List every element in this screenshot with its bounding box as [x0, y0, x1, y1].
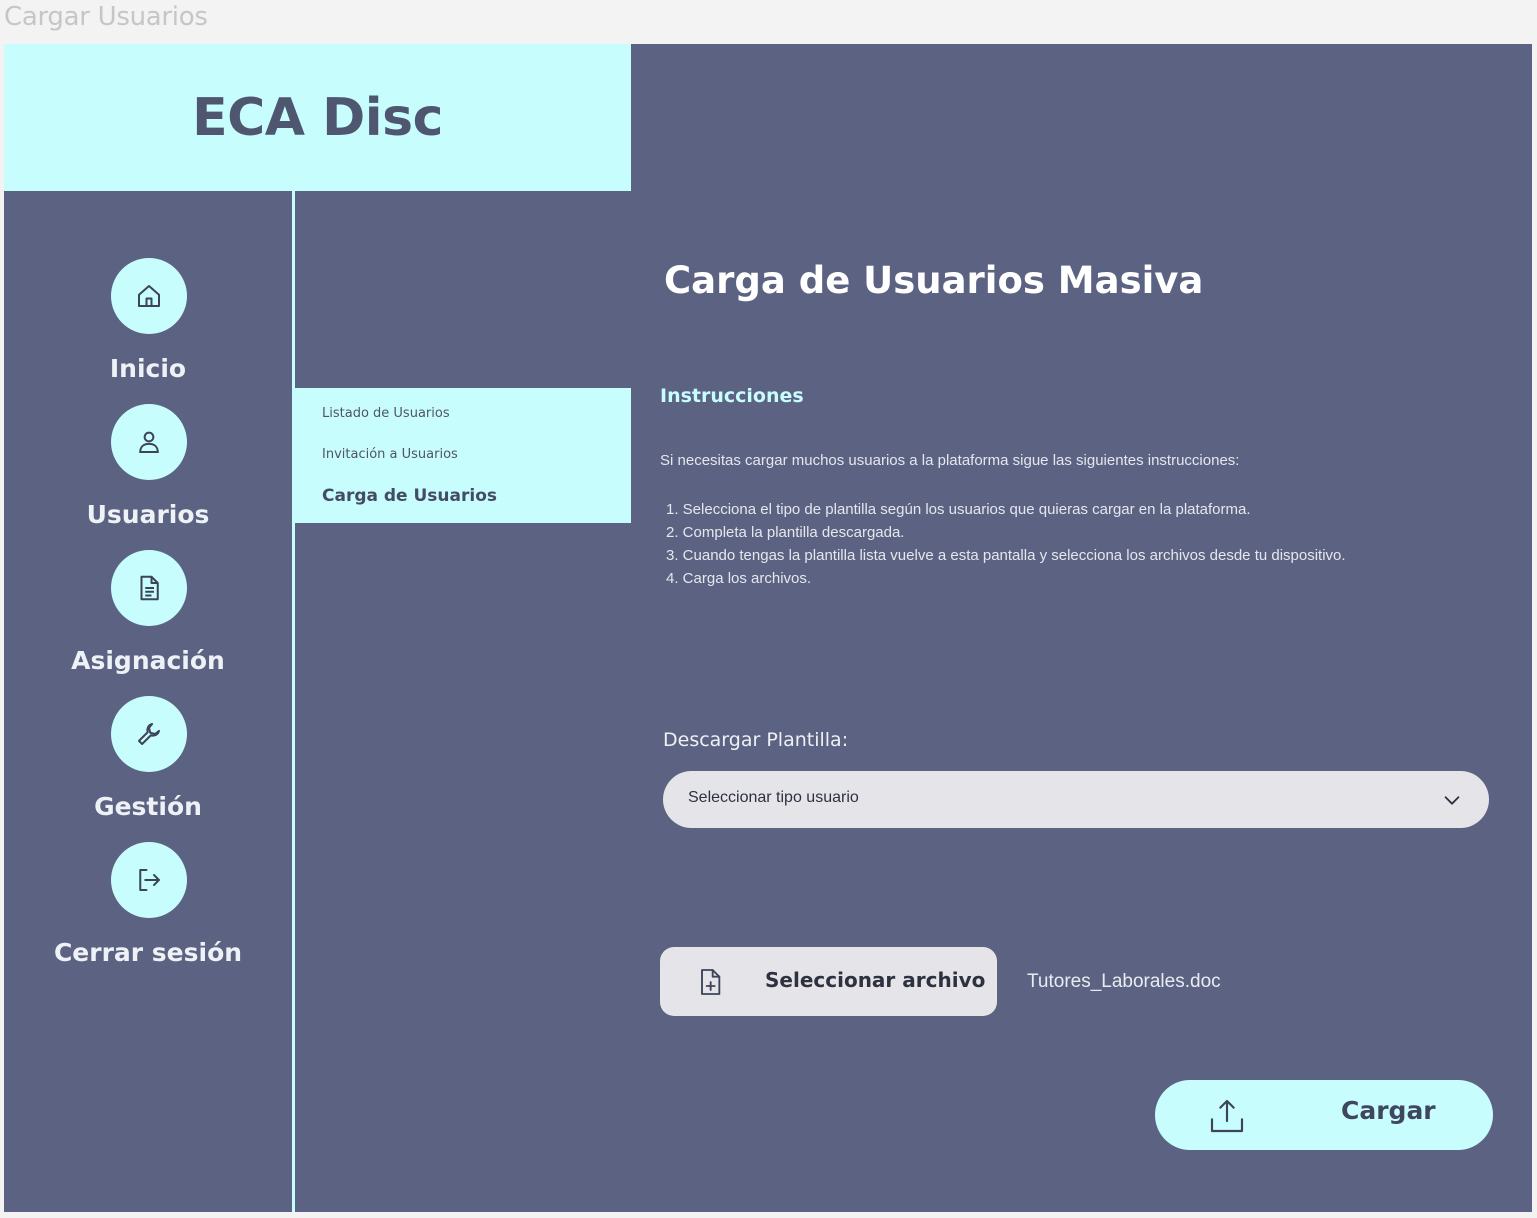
user-icon: [139, 431, 159, 453]
instruction-step: 4. Carga los archivos.: [666, 570, 812, 587]
select-value: Seleccionar tipo usuario: [688, 789, 859, 806]
selected-file-name: Tutores_Laborales.doc: [1027, 971, 1221, 992]
nav-item-asignacion[interactable]: Asignación: [4, 550, 292, 680]
instructions-heading: Instrucciones: [660, 385, 804, 407]
file-add-icon: [701, 969, 721, 995]
upload-label: Cargar: [1341, 1096, 1436, 1125]
download-template-label: Descargar Plantilla:: [663, 729, 849, 751]
select-file-label: Seleccionar archivo: [765, 968, 986, 992]
home-icon: [138, 285, 160, 307]
window-title: Cargar Usuarios: [4, 2, 208, 32]
nav-item-label: Usuarios: [86, 500, 210, 529]
document-icon: [140, 575, 159, 601]
submenu-item-carga[interactable]: Carga de Usuarios: [322, 486, 497, 506]
instructions-list: 1. Selecciona el tipo de plantilla según…: [666, 498, 1346, 590]
brand-header: ECA Disc: [4, 44, 631, 191]
chevron-down-icon: [1444, 796, 1460, 805]
nav-item-usuarios[interactable]: Usuarios: [4, 404, 292, 534]
nav-icon-button[interactable]: [111, 404, 187, 480]
page-title: Carga de Usuarios Masiva: [664, 259, 1204, 302]
nav-item-inicio[interactable]: Inicio: [4, 258, 292, 388]
instruction-step: 3. Cuando tengas la plantilla lista vuel…: [666, 547, 1346, 564]
nav-icon-button[interactable]: [111, 696, 187, 772]
user-type-select[interactable]: Seleccionar tipo usuario: [663, 771, 1489, 828]
upload-icon: [1210, 1099, 1244, 1133]
instructions-intro: Si necesitas cargar muchos usuarios a la…: [660, 452, 1240, 469]
nav-icon-button[interactable]: [111, 550, 187, 626]
nav-icon-button[interactable]: [111, 258, 187, 334]
nav-item-label: Cerrar sesión: [53, 938, 243, 967]
submenu-item-invitacion[interactable]: Invitación a Usuarios: [322, 447, 458, 462]
nav-item-cerrar-sesion[interactable]: Cerrar sesión: [4, 842, 292, 972]
upload-button[interactable]: Cargar: [1155, 1080, 1493, 1150]
nav-icon-button[interactable]: [111, 842, 187, 918]
wrench-icon: [138, 723, 160, 745]
nav-item-gestion[interactable]: Gestión: [4, 696, 292, 826]
brand-logo-text: ECA Disc: [192, 87, 443, 148]
select-file-button[interactable]: Seleccionar archivo: [660, 947, 997, 1016]
logout-icon: [139, 869, 160, 891]
nav-item-label: Asignación: [71, 646, 225, 675]
sidebar-divider: [292, 191, 295, 1212]
instruction-step: 2. Completa la plantilla descargada.: [666, 524, 905, 541]
nav-item-label: Gestión: [94, 792, 202, 821]
users-submenu: Listado de Usuarios Invitación a Usuario…: [295, 388, 631, 523]
app-window: ECA Disc Inicio Usuarios Asignación Gest…: [4, 44, 1532, 1212]
submenu-item-listado[interactable]: Listado de Usuarios: [322, 406, 450, 421]
instruction-step: 1. Selecciona el tipo de plantilla según…: [666, 501, 1251, 518]
nav-item-label: Inicio: [109, 354, 187, 383]
